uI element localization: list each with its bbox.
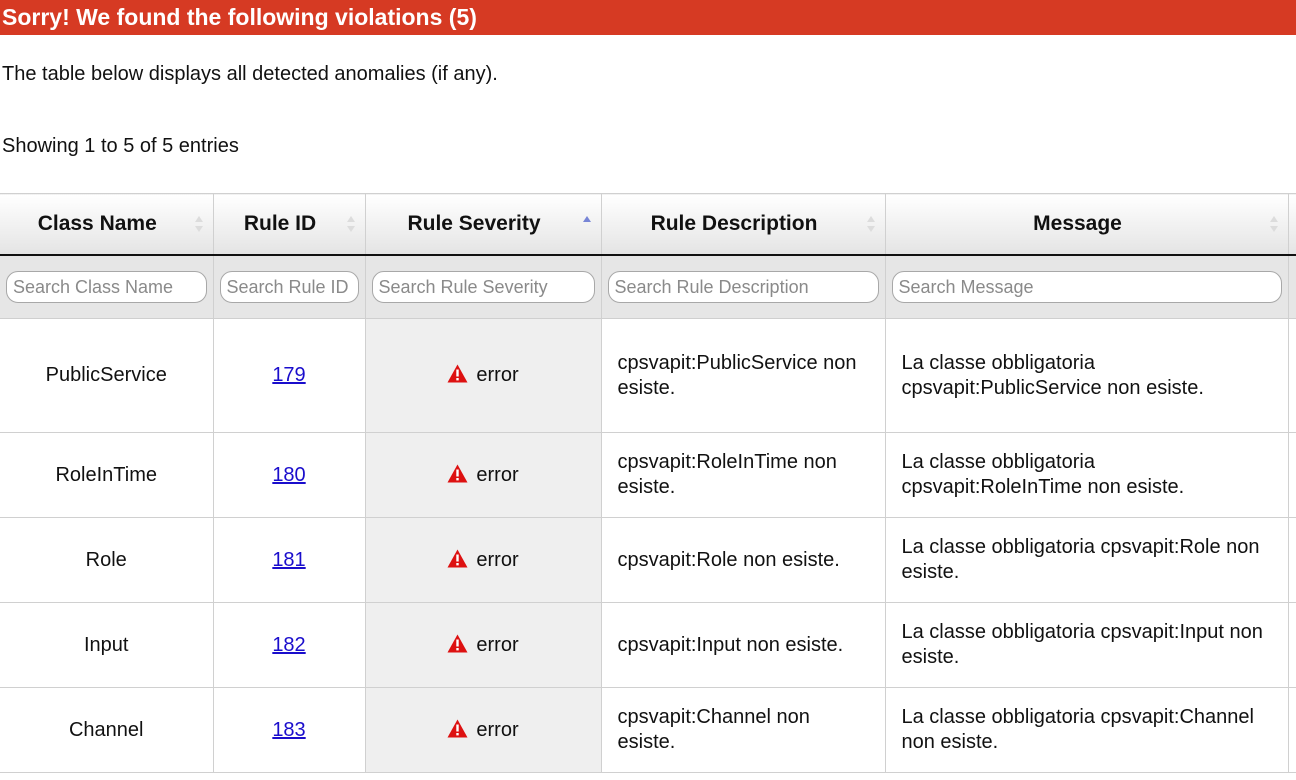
severity-label: error [476,364,519,386]
extra-cell [1287,602,1296,688]
rule-id-link[interactable]: 182 [272,634,305,656]
filter-cell [212,255,365,319]
table-row: Role 181 error cpsvapit:Role non esiste.… [0,517,1296,603]
sort-icon[interactable] [866,216,875,232]
severity-cell: error [364,432,601,518]
column-header-label: Rule ID [243,212,317,235]
rule-id-link[interactable]: 181 [272,549,305,571]
column-header-class-name[interactable]: Class Name [0,193,213,256]
violations-table: Class Name Rule ID Rule Severity Rule De… [0,193,1296,773]
class-name-cell: Input [0,602,213,688]
column-header-message[interactable]: Message [884,193,1288,256]
severity-label: error [476,718,519,741]
sort-ascending-icon[interactable] [582,216,591,232]
rule-id-cell: 180 [212,432,365,518]
severity-cell: error [364,517,601,603]
filter-row [0,255,1296,319]
sort-icon[interactable] [346,216,355,232]
intro-text: The table below displays all detected an… [2,63,498,85]
search-rule-id-input[interactable] [219,271,359,303]
column-header-label: Class Name [37,212,157,235]
filter-cell [1287,255,1296,319]
description-cell: cpsvapit:Input non esiste. [600,602,885,688]
rule-id-link[interactable]: 180 [272,464,305,486]
filter-cell [600,255,885,319]
message-cell: La classe obbligatoria cpsvapit:Channel … [884,687,1288,773]
message-cell: La classe obbligatoria cpsvapit:PublicSe… [884,318,1288,433]
column-header-rule-id[interactable]: Rule ID [212,193,365,256]
column-header-label: Message [1033,212,1122,235]
rule-id-cell: 183 [212,687,365,773]
description-cell: cpsvapit:RoleInTime non esiste. [600,432,885,518]
warning-triangle-icon [447,549,468,567]
extra-cell [1287,517,1296,603]
violations-table-container: Class Name Rule ID Rule Severity Rule De… [0,193,1296,780]
class-name-cell: Channel [0,687,213,773]
warning-triangle-icon [447,634,468,652]
violations-banner: Sorry! We found the following violations… [0,0,1296,35]
search-message-input[interactable] [891,271,1282,303]
severity-label: error [476,463,519,486]
rule-id-cell: 182 [212,602,365,688]
warning-triangle-icon [447,364,468,383]
warning-triangle-icon [447,464,468,482]
rule-id-cell: 179 [212,318,365,433]
warning-triangle-icon [447,719,468,737]
table-row: Channel 183 error cpsvapit:Channel non e… [0,687,1296,773]
description-cell: cpsvapit:Channel non esiste. [600,687,885,773]
table-row: PublicService 179 error cpsvapit:PublicS… [0,318,1296,433]
class-name-cell: Role [0,517,213,603]
extra-cell [1287,432,1296,518]
table-row: Input 182 error cpsvapit:Input non esist… [0,602,1296,688]
search-rule-description-input[interactable] [607,271,879,303]
sort-icon[interactable] [194,216,203,232]
filter-cell [0,255,213,319]
header-row: Class Name Rule ID Rule Severity Rule De… [0,193,1296,256]
sort-icon[interactable] [1269,216,1278,232]
filter-cell [884,255,1288,319]
rule-id-cell: 181 [212,517,365,603]
severity-cell: error [364,318,601,433]
rule-id-link[interactable]: 183 [272,719,305,741]
message-cell: La classe obbligatoria cpsvapit:RoleInTi… [884,432,1288,518]
extra-cell [1287,318,1296,433]
class-name-cell: RoleInTime [0,432,213,518]
search-class-name-input[interactable] [6,271,207,303]
severity-cell: error [364,687,601,773]
extra-cell [1287,687,1296,773]
message-cell: La classe obbligatoria cpsvapit:Input no… [884,602,1288,688]
rule-id-link[interactable]: 179 [272,364,305,386]
severity-cell: error [364,602,601,688]
search-rule-severity-input[interactable] [371,271,595,303]
entries-info: Showing 1 to 5 of 5 entries [2,135,239,157]
severity-label: error [476,548,519,571]
message-cell: La classe obbligatoria cpsvapit:Role non… [884,517,1288,603]
severity-label: error [476,633,519,656]
column-header-rule-description[interactable]: Rule Description [600,193,885,256]
column-header-rule-severity[interactable]: Rule Severity [364,193,601,256]
table-row: RoleInTime 180 error cpsvapit:RoleInTime… [0,432,1296,518]
column-header-label: Rule Description [650,212,818,235]
filter-cell [364,255,601,319]
column-header-extra [1287,193,1296,256]
description-cell: cpsvapit:Role non esiste. [600,517,885,603]
description-cell: cpsvapit:PublicService non esiste. [600,318,885,433]
column-header-label: Rule Severity [407,212,541,235]
class-name-cell: PublicService [0,318,213,433]
